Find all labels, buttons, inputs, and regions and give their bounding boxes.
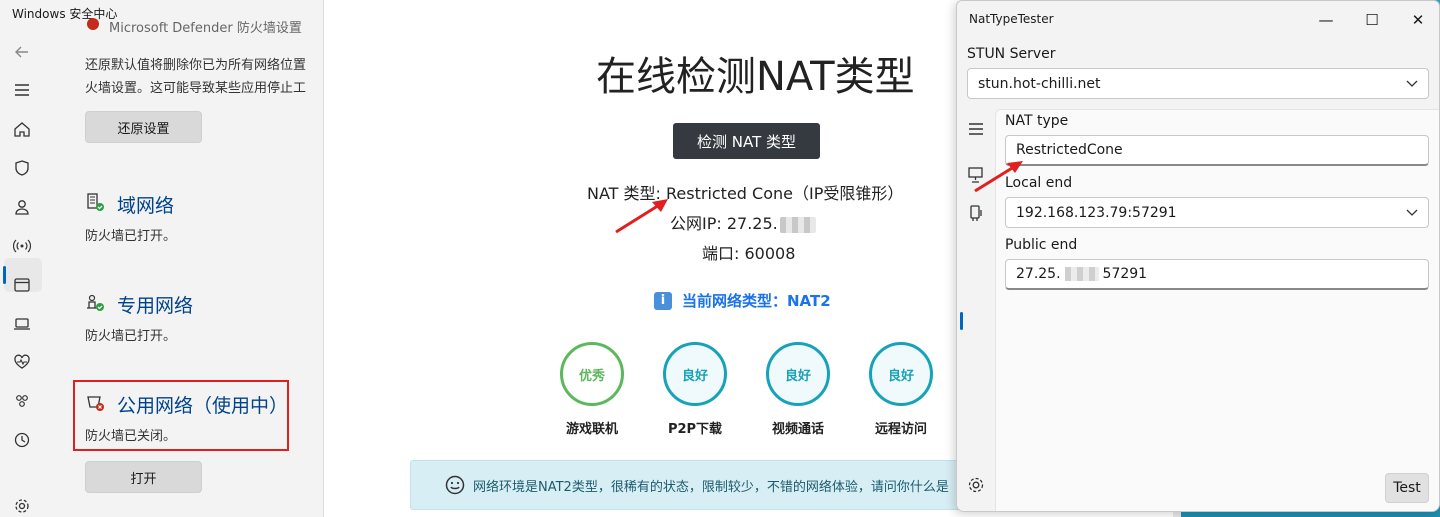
gauge-label-p2p: P2P下载	[667, 422, 723, 437]
nav-rail	[0, 30, 44, 517]
gauge-label-video-call: 视频通话	[771, 422, 824, 437]
domain-network-status: 防火墙已打开。	[85, 229, 177, 244]
maximize-button[interactable]: ☐	[1357, 9, 1387, 31]
nattypetester-window: NatTypeTester — ☐ ✕ STUN Server stun.hot…	[956, 0, 1440, 512]
public-ip-text: 公网IP: 27.25.	[670, 214, 778, 233]
current-network-type-text: 当前网络类型：NAT2	[682, 292, 831, 310]
back-arrow-icon[interactable]	[10, 40, 34, 64]
domain-network-link[interactable]: 域网络	[117, 191, 174, 218]
firewall-content: Microsoft Defender 防火墙设置 还原默认值将删除你已为所有网络…	[73, 0, 323, 517]
wifi-antenna-icon[interactable]	[10, 234, 34, 258]
gauge-remote-access: 良好	[869, 342, 933, 406]
gauge-label-remote-access: 远程访问	[874, 422, 927, 437]
domain-network-icon	[85, 192, 107, 214]
windows-security-window: Windows 安全中心 Microsoft Defender 防火墙设置 还原…	[0, 0, 330, 517]
public-ip-line: 公网IP: 27.25.	[670, 210, 816, 234]
nat-type-label: NAT type	[1005, 113, 1069, 129]
nat-type-field[interactable]: RestrictedCone	[1005, 135, 1429, 166]
redacted-ip-mask	[1064, 267, 1099, 281]
detect-nat-button[interactable]: 检测 NAT 类型	[673, 123, 820, 159]
smiley-icon	[445, 475, 465, 495]
private-network-link[interactable]: 专用网络	[117, 291, 193, 318]
truncated-heading: Microsoft Defender 防火墙设置	[109, 21, 302, 36]
restore-description-line1: 还原默认值将删除你已为所有网络位置	[85, 58, 307, 73]
restore-description-line2: 火墙设置。这可能导致某些应用停止工	[85, 81, 307, 96]
gauge-label-gaming: 游戏联机	[565, 422, 618, 437]
stun-server-label: STUN Server	[967, 46, 1056, 62]
public-network-link[interactable]: 公用网络（使用中）	[117, 391, 288, 418]
banner-text: 网络环境是NAT2类型，很稀有的状态，限制较少，不错的网络体验，请问你什么是	[473, 479, 949, 495]
red-arrow-annotation	[974, 161, 1023, 193]
public-end-label: Public end	[1005, 237, 1078, 253]
hamburger-icon[interactable]	[966, 119, 986, 139]
close-button[interactable]: ✕	[1403, 9, 1433, 31]
private-network-status: 防火墙已打开。	[85, 329, 177, 344]
window-title: NatTypeTester	[969, 12, 1054, 26]
red-arrow-annotation	[615, 199, 668, 234]
minimize-button[interactable]: —	[1311, 9, 1341, 31]
content-pane	[995, 109, 1439, 511]
family-icon[interactable]	[10, 389, 34, 413]
app-window-icon[interactable]	[10, 273, 34, 297]
settings-gear-icon[interactable]	[10, 494, 34, 517]
nav-active-indicator	[960, 312, 963, 330]
settings-gear-icon[interactable]	[966, 475, 986, 495]
stun-server-value: stun.hot-chilli.net	[978, 75, 1101, 92]
port-line: 端口: 60008	[702, 244, 796, 263]
restore-settings-button[interactable]: 还原设置	[85, 111, 202, 143]
gauge-video-call: 良好	[766, 342, 830, 406]
test-button[interactable]: Test	[1385, 473, 1429, 503]
public-end-field[interactable]: 27.25. 57291	[1005, 259, 1429, 290]
history-icon[interactable]	[10, 428, 34, 452]
home-icon[interactable]	[10, 117, 34, 141]
nav-active-indicator	[3, 266, 6, 284]
public-network-status: 防火墙已关闭。	[85, 429, 177, 444]
heart-pulse-icon[interactable]	[10, 350, 34, 374]
person-icon[interactable]	[10, 195, 34, 219]
local-end-value: 192.168.123.79:57291	[1016, 204, 1177, 221]
info-icon: i	[654, 291, 672, 310]
page-title: 在线检测NAT类型	[596, 54, 915, 100]
laptop-icon[interactable]	[10, 312, 34, 336]
public-network-icon	[85, 392, 107, 414]
stun-server-combobox[interactable]: stun.hot-chilli.net	[967, 68, 1429, 99]
network-adapter-icon[interactable]	[966, 203, 986, 223]
turn-on-button[interactable]: 打开	[85, 461, 202, 493]
shield-icon[interactable]	[10, 156, 34, 180]
gauge-gaming: 优秀	[560, 342, 624, 406]
private-network-icon	[85, 292, 107, 314]
public-end-prefix: 27.25.	[1016, 266, 1061, 282]
title-bar[interactable]: NatTypeTester — ☐ ✕	[957, 1, 1439, 39]
warning-dot-icon	[87, 18, 99, 30]
chevron-down-icon	[1406, 209, 1418, 216]
redacted-ip-mask	[779, 216, 816, 233]
local-end-combobox[interactable]: 192.168.123.79:57291	[1005, 197, 1429, 228]
gauge-p2p: 良好	[663, 342, 727, 406]
hamburger-icon[interactable]	[10, 78, 34, 102]
public-end-suffix: 57291	[1102, 266, 1148, 282]
chevron-down-icon	[1406, 80, 1418, 87]
current-network-type: i 当前网络类型：NAT2	[654, 290, 831, 311]
